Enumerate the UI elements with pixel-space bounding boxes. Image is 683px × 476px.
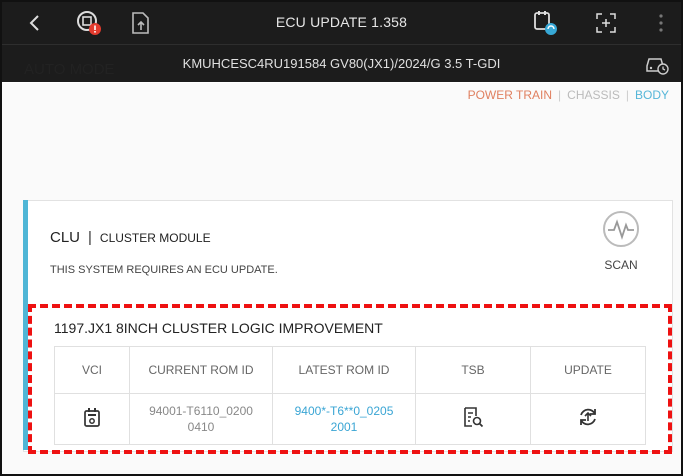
latest-rom-line1: 9400*-T6**0_0205 xyxy=(294,404,394,418)
more-vertical-icon xyxy=(659,14,663,32)
table-header-row: VCI CURRENT ROM ID LATEST ROM ID TSB UPD… xyxy=(54,346,646,394)
column-header-tsb: TSB xyxy=(415,346,531,394)
vci-device-icon xyxy=(84,408,100,427)
update-refresh-icon xyxy=(580,408,596,426)
vci-cell[interactable] xyxy=(54,393,130,445)
category-body[interactable]: BODY xyxy=(635,88,669,102)
vehicle-status-icon xyxy=(646,58,669,75)
more-menu-button[interactable] xyxy=(646,8,676,38)
column-header-current-rom: CURRENT ROM ID xyxy=(129,346,273,394)
column-header-update: UPDATE xyxy=(530,346,646,394)
current-rom-line1: 94001-T6110_0200 xyxy=(149,404,253,418)
scan-waveform-icon xyxy=(603,211,639,247)
tsb-document-search-icon xyxy=(464,407,484,428)
rom-table: VCI CURRENT ROM ID LATEST ROM ID TSB UPD… xyxy=(54,346,646,445)
vci-connected-icon xyxy=(534,11,557,35)
scan-button[interactable]: SCAN xyxy=(596,209,646,289)
app-title: ECU UPDATE 1.358 xyxy=(275,14,408,30)
system-divider: | xyxy=(88,229,92,246)
current-rom-cell: 94001-T6110_0200 0410 xyxy=(129,393,273,445)
category-chassis[interactable]: CHASSIS xyxy=(567,88,620,102)
system-message: THIS SYSTEM REQUIRES AN ECU UPDATE. xyxy=(50,264,278,276)
column-header-vci: VCI xyxy=(54,346,130,394)
current-rom-line2: 0410 xyxy=(187,420,215,434)
category-separator: | xyxy=(625,88,629,102)
title-bar: ECU UPDATE 1.358 xyxy=(2,2,681,45)
system-code: CLU xyxy=(50,229,81,246)
system-title: CLU | CLUSTER MODULE xyxy=(50,229,211,246)
category-power-train[interactable]: POWER TRAIN xyxy=(468,88,552,102)
update-title: 1197.JX1 8INCH CLUSTER LOGIC IMPROVEMENT xyxy=(54,320,383,336)
latest-rom-cell: 9400*-T6**0_0205 2001 xyxy=(272,393,416,445)
app-window: ECU UPDATE 1.358 KMUHCESC4RU191584 GV80(… xyxy=(0,0,683,476)
mode-title: AUTO MODE xyxy=(24,61,115,78)
capture-icon xyxy=(596,13,616,33)
table-row: 94001-T6110_0200 0410 9400*-T6**0_0205 2… xyxy=(54,393,646,445)
vci-connection-button[interactable] xyxy=(530,8,560,38)
category-separator: | xyxy=(558,88,562,102)
scan-label: SCAN xyxy=(604,258,638,272)
update-cell[interactable] xyxy=(530,393,646,445)
column-header-latest-rom: LATEST ROM ID xyxy=(272,346,416,394)
system-name: CLUSTER MODULE xyxy=(99,231,211,245)
latest-rom-line2: 2001 xyxy=(330,420,358,434)
category-filter: POWER TRAIN | CHASSIS | BODY xyxy=(468,88,669,102)
vehicle-status-button[interactable] xyxy=(642,49,672,79)
tsb-cell[interactable] xyxy=(415,393,531,445)
capture-button[interactable] xyxy=(591,8,621,38)
